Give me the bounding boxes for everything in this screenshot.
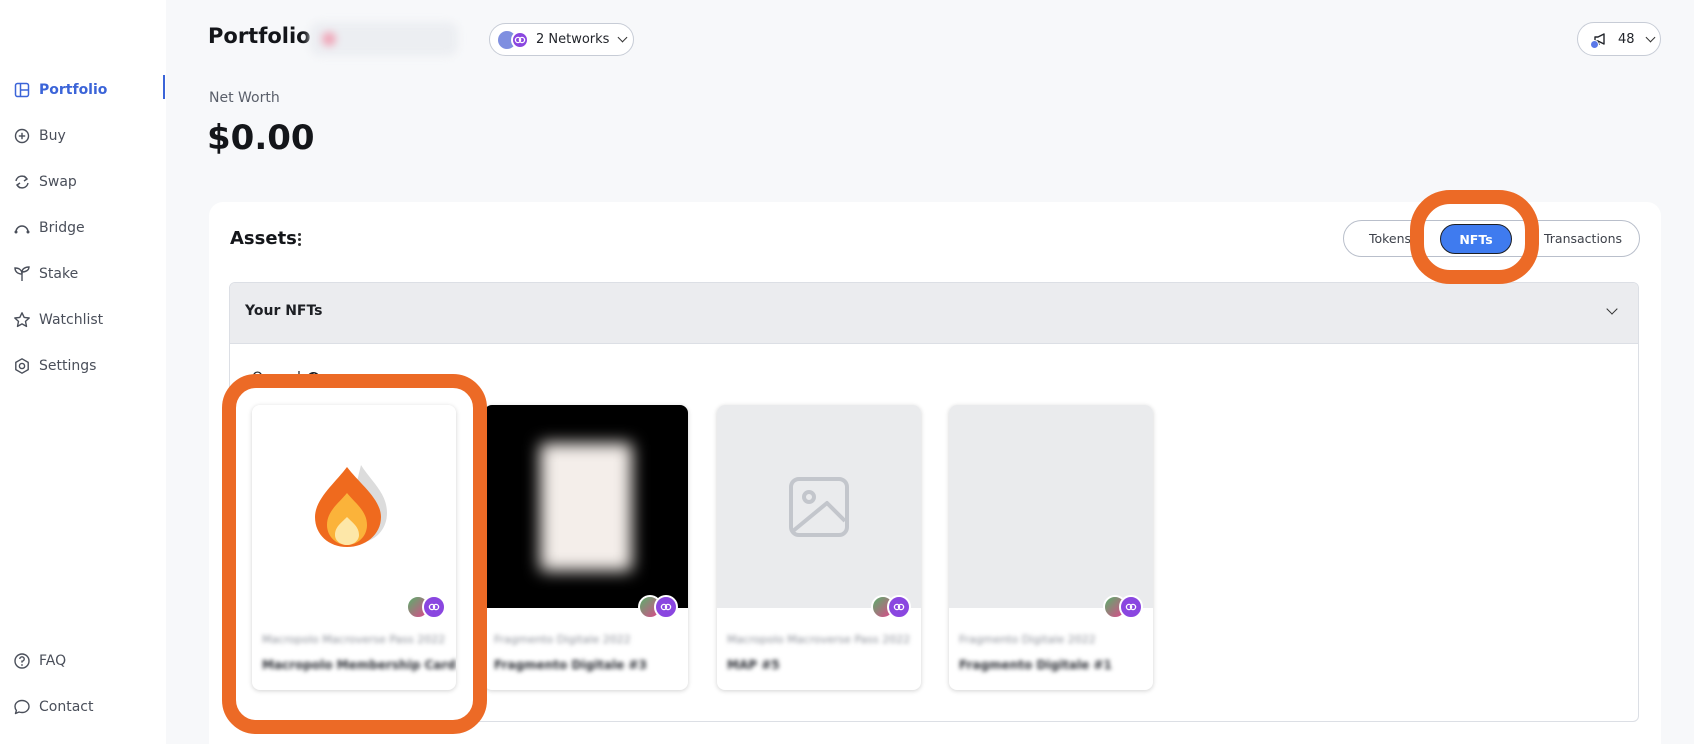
networks-label: 2 Networks (536, 32, 610, 47)
sidebar-item-label: Swap (39, 174, 77, 190)
tab-tokens[interactable]: Tokens (1350, 221, 1430, 256)
nfts-section-header[interactable]: Your NFTs (230, 283, 1638, 344)
nft-card[interactable]: Fragmento Digitale 2022 Fragmento Digita… (484, 405, 688, 690)
nft-image (252, 405, 456, 608)
nft-collection: Macropolo Macroverse Pass 2022 (262, 633, 446, 646)
nft-card[interactable]: Fragmento Digitale 2022 Fragmento Digita… (949, 405, 1153, 690)
sidebar-item-watchlist[interactable]: Watchlist (13, 305, 165, 335)
sidebar-item-contact[interactable]: Contact (13, 692, 165, 722)
sidebar-item-label: FAQ (39, 653, 67, 669)
owned-count-badge: 4 (306, 371, 320, 385)
nft-card[interactable]: Macropolo Macroverse Pass 2022 MAP #5 (717, 405, 921, 690)
portfolio-icon (13, 81, 31, 99)
sidebar-item-label: Bridge (39, 220, 85, 236)
nft-collection: Macropolo Macroverse Pass 2022 (727, 633, 911, 646)
chevron-down-icon (618, 32, 628, 43)
page-title: Portfolio (208, 24, 311, 48)
tab-nfts[interactable]: NFTs (1440, 224, 1512, 254)
flame-logo-icon (315, 464, 387, 547)
star-icon (13, 311, 31, 329)
nft-name: Fragmento Digitale #1 (959, 658, 1112, 672)
nft-image (949, 405, 1153, 608)
owned-text: Owned (252, 370, 301, 386)
nft-collection: Fragmento Digitale 2022 (494, 633, 631, 646)
sidebar-item-settings[interactable]: Settings (13, 351, 165, 381)
sidebar-item-label: Watchlist (39, 312, 104, 328)
sidebar-item-stake[interactable]: Stake (13, 259, 165, 289)
chat-bubble-icon (13, 698, 31, 716)
more-options-icon[interactable] (294, 228, 304, 250)
sidebar-item-label: Portfolio (39, 82, 108, 98)
nft-collection: Fragmento Digitale 2022 (959, 633, 1096, 646)
megaphone-icon (1590, 30, 1610, 49)
sidebar-item-label: Stake (39, 266, 79, 282)
net-worth-label: Net Worth (209, 90, 280, 106)
sidebar-item-label: Buy (39, 128, 66, 144)
sidebar-item-buy[interactable]: Buy (13, 121, 165, 151)
main-content: Portfolio 2 Networks 48 Net Worth $0.00 … (166, 0, 1694, 744)
nft-chain-icons (406, 595, 446, 619)
nft-name: Macropolo Membership Card (262, 658, 456, 672)
chevron-down-icon (1645, 32, 1655, 42)
sidebar-item-portfolio[interactable]: Portfolio (13, 75, 165, 105)
asset-tabs: Tokens NFTs Transactions (1343, 220, 1640, 257)
nfts-section: Your NFTs Owned 4 Macropolo Macroverse P… (229, 282, 1639, 722)
swap-icon (13, 173, 31, 191)
nft-chain-icons (1103, 595, 1143, 619)
sidebar: Portfolio Buy Swap Bridge Stake Watchlis… (0, 0, 166, 744)
account-address-blurred[interactable] (310, 22, 458, 56)
sidebar-item-swap[interactable]: Swap (13, 167, 165, 197)
sprout-icon (13, 265, 31, 283)
notifications-dropdown[interactable]: 48 (1577, 22, 1661, 56)
sidebar-item-label: Settings (39, 358, 97, 374)
nft-card[interactable]: Macropolo Macroverse Pass 2022 Macropolo… (252, 405, 456, 690)
plus-circle-icon (13, 127, 31, 145)
sidebar-item-bridge[interactable]: Bridge (13, 213, 165, 243)
tab-transactions[interactable]: Transactions (1530, 221, 1636, 256)
bridge-icon (13, 219, 31, 237)
nft-name: MAP #5 (727, 658, 780, 672)
net-worth-value: $0.00 (207, 118, 315, 158)
image-placeholder-icon (789, 476, 849, 537)
polygon-icon (422, 595, 446, 619)
sidebar-item-label: Contact (39, 699, 94, 715)
assets-title: Assets (230, 228, 297, 249)
gear-icon (13, 357, 31, 375)
sidebar-item-faq[interactable]: FAQ (13, 646, 165, 676)
nft-name: Fragmento Digitale #3 (494, 658, 647, 672)
nft-image (484, 405, 688, 608)
network-icons (498, 30, 530, 50)
polygon-icon (887, 595, 911, 619)
polygon-icon (511, 30, 529, 49)
nfts-section-title: Your NFTs (245, 303, 323, 319)
polygon-icon (1119, 595, 1143, 619)
owned-label: Owned 4 (252, 370, 320, 386)
blurred-artwork (540, 442, 632, 571)
networks-dropdown[interactable]: 2 Networks (489, 23, 634, 56)
nft-chain-icons (638, 595, 678, 619)
notifications-count: 48 (1618, 31, 1635, 47)
nft-chain-icons (871, 595, 911, 619)
chevron-down-icon (1606, 303, 1618, 315)
polygon-icon (654, 595, 678, 619)
assets-panel: Assets Tokens NFTs Transactions Your NFT… (209, 202, 1661, 744)
nft-image (717, 405, 921, 608)
question-circle-icon (13, 652, 31, 670)
